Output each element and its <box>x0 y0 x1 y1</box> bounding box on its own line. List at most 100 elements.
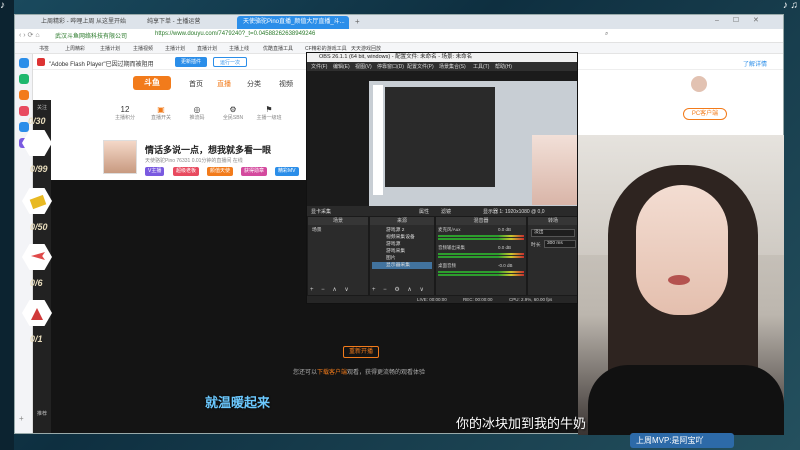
nav-home[interactable]: 首页 <box>189 79 203 89</box>
sources-header: 来源 <box>370 217 434 225</box>
source-item[interactable]: 游戏采集 <box>372 248 432 255</box>
music-note-icon: ♪ <box>0 0 5 11</box>
transitions-header: 转场 <box>528 217 577 225</box>
obs-menu-item[interactable]: 视图(V) <box>355 63 372 70</box>
stat-item[interactable]: ⚑ 主播一级班 <box>254 105 284 121</box>
obs-preview[interactable] <box>307 71 577 206</box>
scene-item[interactable]: 场景 <box>310 227 366 234</box>
obs-title: OBS 26.1.1 (64 bit, windows) - 配置文件: 未命名… <box>307 53 577 62</box>
volume-slider[interactable] <box>438 256 524 258</box>
filters-button[interactable]: 滤镜 <box>441 208 451 215</box>
learn-more-link[interactable]: 了解详情 <box>743 59 767 68</box>
nav-live[interactable]: 直播 <box>217 79 231 89</box>
nav-category[interactable]: 分类 <box>247 79 261 89</box>
obs-menu-item[interactable]: 编辑(E) <box>333 63 350 70</box>
room-tag: 精彩MV <box>275 167 299 176</box>
flash-notice-text: "Adobe Flash Player"已因过期而被阻用 <box>49 62 154 68</box>
bookmark[interactable]: 主播上线 <box>229 45 249 52</box>
source-item[interactable]: 视频采集设备 <box>372 234 432 241</box>
duration-label: 时长 <box>531 243 541 248</box>
obs-menu-item[interactable]: 停靠窗口(D) <box>377 63 404 70</box>
flash-icon <box>37 58 45 66</box>
room-meta: 天使骆驼Pino 76331 0.01分钟的直播间 在线 <box>145 158 243 164</box>
user-avatar[interactable] <box>691 76 707 92</box>
bookmark[interactable]: 主播计划 <box>165 45 185 52</box>
browser-sidebar-icon[interactable] <box>19 58 29 68</box>
browser-sidebar-icon[interactable] <box>19 106 29 116</box>
selected-source-name: 显卡采集 <box>311 209 332 215</box>
stat-item[interactable]: ▣ 直播开关 <box>146 105 176 121</box>
download-client-link[interactable]: 下载客户端 <box>317 370 347 376</box>
pc-client-button[interactable]: PC客户端 <box>683 108 727 120</box>
restart-stream-button[interactable]: 重新开播 <box>343 346 379 358</box>
bookmark[interactable]: 主播视频 <box>133 45 153 52</box>
source-item[interactable]: 游戏源 <box>372 241 432 248</box>
scene-controls-icon[interactable]: + − ∧ ∨ <box>310 286 352 293</box>
nav-buttons-icon[interactable]: ‹ › ⟳ ⌂ <box>19 31 40 39</box>
obs-source-toolbar: 显卡采集 属性 滤镜 显示器 1: 1920x1080 @ 0,0 <box>307 206 577 216</box>
obs-menu-item[interactable]: 工具(T) <box>473 63 489 70</box>
nav-video[interactable]: 视频 <box>279 79 293 89</box>
browser-sidebar-icon[interactable] <box>19 90 29 100</box>
video-message-text: 您还可以 <box>293 370 318 376</box>
source-item[interactable]: 游戏源 2 <box>372 227 432 234</box>
browser-tabbar: 上周精彩 - 哔哩上周 从这里开始 纯享下单 - 主播运营 天使骆驼Pino直播… <box>15 15 783 29</box>
bookmark[interactable]: 直播计划 <box>197 45 217 52</box>
obs-menu-item[interactable]: 文件(F) <box>311 63 327 70</box>
properties-button[interactable]: 属性 <box>419 208 429 215</box>
left-nav-item[interactable]: 关注 <box>35 104 49 111</box>
tab-label: 天使骆驼Pino直播_颜值大厅直播_斗... <box>243 19 345 25</box>
source-controls-icon[interactable]: + − ⚙ ∧ ∨ <box>372 286 427 293</box>
stat-item[interactable]: 12 主播积分 <box>110 105 140 121</box>
duration-input[interactable]: 300 ms <box>544 240 576 248</box>
search-icon[interactable]: ⌕ <box>605 31 608 38</box>
obs-menu-item[interactable]: 场景集合(S) <box>439 63 466 70</box>
mixer-panel: 混音器 麦克风/Aux 0.0 dB 音频输出采集 0.0 dB 桌面音频 -0… <box>435 216 527 296</box>
bookmark[interactable]: 优酷直播工具 <box>263 45 293 52</box>
preview-webcam <box>532 135 577 205</box>
streamer-avatar[interactable] <box>103 140 137 174</box>
add-icon[interactable]: + <box>19 414 24 423</box>
douyu-logo[interactable]: 斗鱼 <box>133 76 171 90</box>
display-select[interactable]: 显示器 1: 1920x1080 @ 0,0 <box>483 208 545 215</box>
stat-item[interactable]: ◎ 推流码 <box>182 105 212 121</box>
browser-sidebar-icon[interactable] <box>19 74 29 84</box>
gift-count: 0/30 <box>28 116 46 126</box>
webcam-mouth <box>668 275 690 285</box>
tab-2[interactable]: 纯享下单 - 主播运营 <box>141 16 231 29</box>
transitions-panel: 转场 淡出 时长 300 ms <box>527 216 577 296</box>
source-item[interactable]: 图片 <box>372 255 432 262</box>
obs-menu-item[interactable]: 帮助(H) <box>495 63 512 70</box>
transition-select[interactable]: 淡出 <box>531 229 575 237</box>
new-tab-icon[interactable]: + <box>355 17 360 26</box>
obs-menu-item[interactable]: 配置文件(P) <box>407 63 434 70</box>
bookmark[interactable]: 主播计划 <box>100 45 120 52</box>
obs-window: OBS 26.1.1 (64 bit, windows) - 配置文件: 未命名… <box>306 52 578 304</box>
window-controls-icon[interactable]: ‒ ☐ ✕ <box>715 16 765 24</box>
room-stats: 12 主播积分 ▣ 直播开关 ◎ 推流码 ⚙ 全民SBN ⚑ 主播一级班 <box>110 105 310 145</box>
mixer-header: 混音器 <box>436 217 526 225</box>
stat-item[interactable]: ⚙ 全民SBN <box>218 105 248 121</box>
url-text[interactable]: https://www.douyu.com/7479240?_t=0.04588… <box>155 31 315 37</box>
source-item-selected[interactable]: 显示器采集 <box>372 262 432 269</box>
bookmark[interactable]: CF精彩的游戏工具 <box>305 45 347 52</box>
flash-run-once-button[interactable]: 运行一次 <box>213 57 248 67</box>
tab-1[interactable]: 上周精彩 - 哔哩上周 从这里开始 <box>35 16 135 29</box>
bookmark[interactable]: 天天游戏回放 <box>351 45 381 52</box>
stat-number: 12 <box>120 105 130 114</box>
bookmark[interactable]: 书签 <box>39 45 49 52</box>
left-nav-item[interactable]: 推荐 <box>35 410 49 417</box>
volume-slider[interactable] <box>438 274 524 276</box>
webcam-face <box>636 185 728 315</box>
volume-slider[interactable] <box>438 238 524 240</box>
tab-3[interactable]: 天使骆驼Pino直播_颜值大厅直播_斗... <box>237 16 349 29</box>
bookmark[interactable]: 上周精彩 <box>65 45 85 52</box>
address-bar[interactable]: ‹ › ⟳ ⌂ 武汉斗鱼网络科技有限公司 https://www.douyu.c… <box>15 29 783 43</box>
room-tag: 获得勋章 <box>241 167 268 176</box>
webcam-shirt <box>588 365 784 435</box>
flash-update-button[interactable]: 更新插件 <box>175 57 208 67</box>
stat-icon: ⚑ <box>265 105 273 114</box>
live-status: LIVE: 00:00:00 <box>417 297 447 302</box>
site-label: 武汉斗鱼网络科技有限公司 <box>55 34 128 40</box>
stat-label: 全民SBN <box>222 115 244 121</box>
